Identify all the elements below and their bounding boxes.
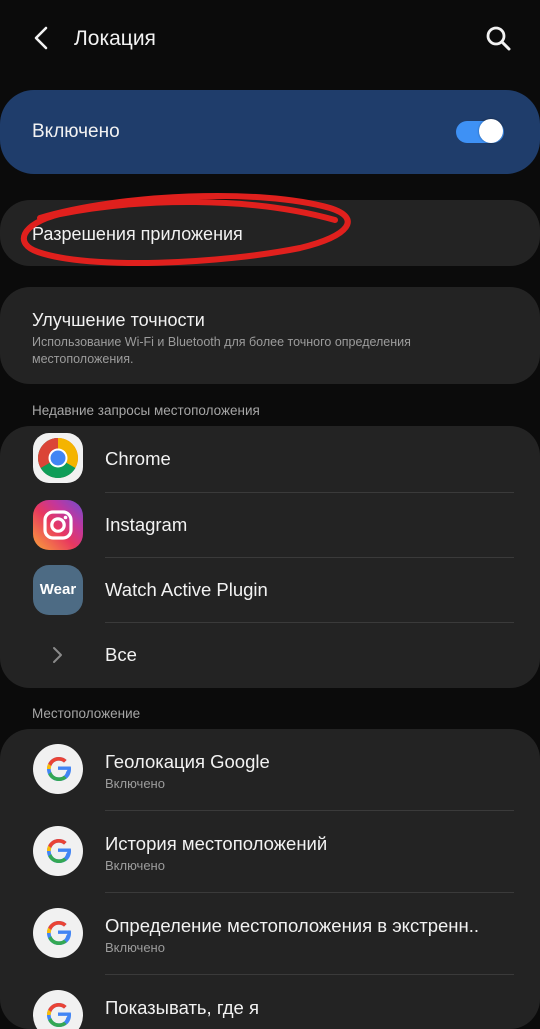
master-switch-label: Включено [32, 121, 120, 142]
list-item-watch-active-plugin[interactable]: Wear Watch Active Plugin [0, 558, 540, 623]
wear-icon: Wear [33, 565, 83, 615]
google-icon [33, 990, 83, 1029]
top-app-bar: Локация [0, 0, 540, 76]
service-status: Включено [105, 776, 165, 791]
app-permissions-item[interactable]: Разрешения приложения [0, 200, 540, 266]
service-status: Включено [105, 940, 165, 955]
app-name: Watch Active Plugin [105, 579, 268, 600]
app-name: Chrome [105, 448, 171, 469]
service-name: История местоположений [105, 833, 328, 854]
list-item-google-location[interactable]: Геолокация Google Включено [0, 729, 540, 810]
chevron-right-icon [53, 647, 62, 663]
app-permissions-label: Разрешения приложения [32, 224, 243, 244]
location-services-list: Геолокация Google Включено История место… [0, 729, 540, 1029]
search-icon [486, 26, 511, 51]
service-name: Определение местоположения в экстренн.. [105, 915, 480, 936]
list-item-show-where-i-am[interactable]: Показывать, где я [0, 975, 540, 1029]
list-item-emergency-location[interactable]: Определение местоположения в экстренн.. … [0, 893, 540, 974]
location-toggle[interactable] [456, 118, 504, 146]
improve-accuracy-item[interactable]: Улучшение точности Использование Wi-Fi и… [0, 287, 540, 384]
recent-requests-header: Недавние запросы местоположения [32, 403, 260, 418]
google-icon [33, 826, 83, 876]
chrome-icon [33, 433, 83, 483]
google-icon [33, 908, 83, 958]
improve-accuracy-subtitle: Использование Wi-Fi и Bluetooth для боле… [32, 335, 411, 366]
list-item-instagram[interactable]: Instagram [0, 493, 540, 558]
service-name: Геолокация Google [105, 751, 270, 772]
see-all-item[interactable]: Все [0, 623, 540, 688]
recent-requests-list: Chrome Instagram Wear Watch Active Plugi… [0, 426, 540, 688]
toggle-thumb [479, 119, 503, 143]
wear-icon-text: Wear [39, 581, 77, 598]
list-item-chrome[interactable]: Chrome [0, 426, 540, 492]
search-button[interactable] [482, 22, 514, 54]
google-icon [33, 744, 83, 794]
app-name: Instagram [105, 514, 188, 535]
see-all-label: Все [105, 644, 137, 665]
service-status: Включено [105, 858, 165, 873]
instagram-icon [33, 500, 83, 550]
improve-accuracy-title: Улучшение точности [32, 310, 205, 330]
back-arrow-icon [34, 26, 48, 50]
location-services-header: Местоположение [32, 706, 141, 721]
list-item-location-history[interactable]: История местоположений Включено [0, 811, 540, 892]
page-title: Локация [74, 27, 156, 50]
back-button[interactable] [26, 22, 58, 54]
